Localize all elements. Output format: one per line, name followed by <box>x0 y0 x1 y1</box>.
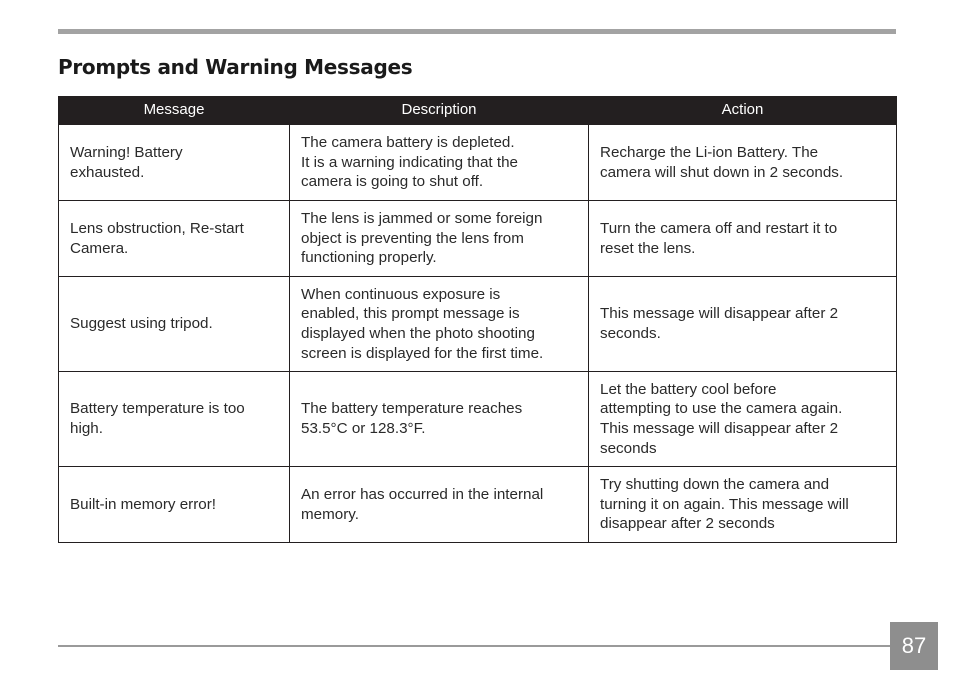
table-row: Suggest using tripod. When continuous ex… <box>58 276 897 372</box>
page-number: 87 <box>890 622 938 670</box>
table-row: Built-in memory error! An error has occu… <box>58 466 897 543</box>
action-text: This message will disappear after 2 seco… <box>600 305 839 342</box>
description-text: An error has occurred in the internal me… <box>301 485 544 523</box>
description-cell: The battery temperature reaches 53.5°C o… <box>289 371 589 467</box>
description-text: The camera battery is depleted. It is a … <box>301 133 518 191</box>
message-text: Lens obstruction, Re-start Camera. <box>70 219 244 257</box>
table-header-row: Message Description Action <box>58 96 897 125</box>
column-header-message: Message <box>58 96 290 125</box>
message-text: Built-in memory error! <box>70 495 216 513</box>
column-header-description: Description <box>289 96 589 125</box>
action-text: Let the battery cool before attempting t… <box>600 380 843 457</box>
action-text: Try shutting down the camera and turning… <box>600 475 849 533</box>
message-text: Suggest using tripod. <box>70 315 213 333</box>
action-cell: This message will disappear after 2 seco… <box>588 276 897 372</box>
action-cell: Let the battery cool before attempting t… <box>588 371 897 467</box>
message-text: Battery temperature is too high. <box>70 400 245 437</box>
action-cell: Try shutting down the camera and turning… <box>588 466 897 543</box>
message-text: Warning! Battery exhausted. <box>70 143 183 181</box>
message-cell: Battery temperature is too high. <box>58 371 290 467</box>
action-cell: Turn the camera off and restart it to re… <box>588 200 897 277</box>
table-row: Battery temperature is too high. The bat… <box>58 371 897 467</box>
description-text: When continuous exposure is enabled, thi… <box>301 285 544 362</box>
message-cell: Suggest using tripod. <box>58 276 290 372</box>
messages-table: Message Description Action Warning! Batt… <box>58 96 897 543</box>
description-text: The battery temperature reaches 53.5°C o… <box>301 400 523 437</box>
footer-divider <box>58 645 890 647</box>
description-text: The lens is jammed or some foreign objec… <box>301 209 543 267</box>
table-row: Lens obstruction, Re-start Camera. The l… <box>58 200 897 277</box>
description-cell: An error has occurred in the internal me… <box>289 466 589 543</box>
description-cell: When continuous exposure is enabled, thi… <box>289 276 589 372</box>
message-cell: Built-in memory error! <box>58 466 290 543</box>
page-title: Prompts and Warning Messages <box>58 55 413 79</box>
action-text: Turn the camera off and restart it to re… <box>600 219 838 257</box>
message-cell: Warning! Battery exhausted. <box>58 124 290 201</box>
action-text: Recharge the Li-ion Battery. The camera … <box>600 143 844 181</box>
description-cell: The lens is jammed or some foreign objec… <box>289 200 589 277</box>
top-divider-bar <box>58 29 896 34</box>
table-row: Warning! Battery exhausted. The camera b… <box>58 124 897 201</box>
message-cell: Lens obstruction, Re-start Camera. <box>58 200 290 277</box>
column-header-action: Action <box>588 96 897 125</box>
description-cell: The camera battery is depleted. It is a … <box>289 124 589 201</box>
action-cell: Recharge the Li-ion Battery. The camera … <box>588 124 897 201</box>
